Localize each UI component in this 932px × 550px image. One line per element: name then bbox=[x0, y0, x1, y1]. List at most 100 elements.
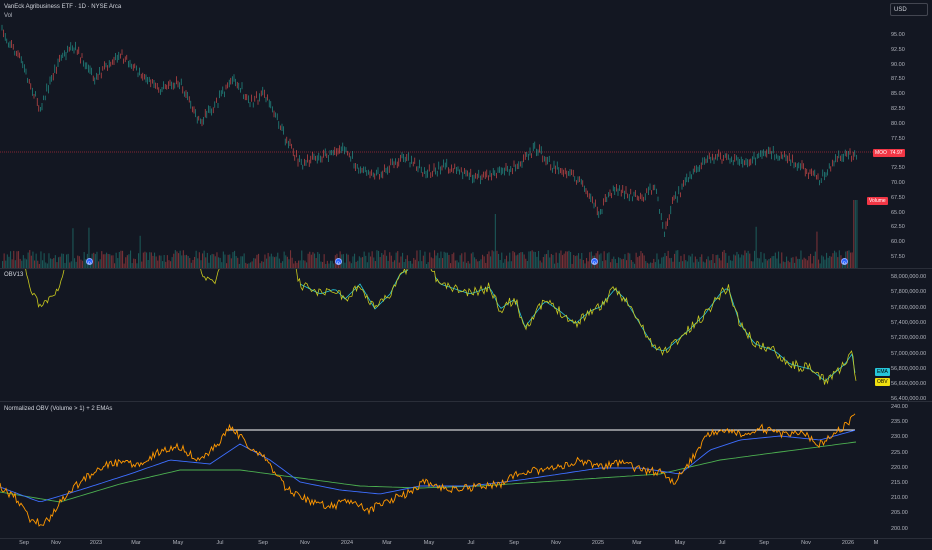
volume-bar bbox=[598, 254, 600, 268]
volume-bar bbox=[765, 258, 767, 268]
volume-bar bbox=[66, 254, 68, 268]
volume-bar bbox=[243, 253, 245, 268]
volume-bar bbox=[501, 252, 503, 268]
volume-bar bbox=[544, 254, 546, 268]
volume-bar bbox=[312, 252, 314, 268]
price-chart[interactable] bbox=[0, 0, 888, 268]
volume-bar bbox=[307, 253, 309, 268]
volume-bar bbox=[101, 251, 103, 268]
volume-bar bbox=[50, 258, 52, 268]
norm-obv-chart[interactable] bbox=[0, 402, 888, 538]
volume-bar bbox=[106, 252, 108, 268]
volume-bar bbox=[40, 251, 42, 268]
volume-bar bbox=[478, 260, 480, 268]
time-axis-label: 2025 bbox=[591, 540, 605, 546]
volume-bar bbox=[264, 254, 266, 268]
volume-bar bbox=[342, 254, 344, 268]
axis-tick-label: 200.00 bbox=[891, 525, 908, 532]
time-axis-label: May bbox=[674, 540, 686, 546]
volume-bar bbox=[203, 250, 205, 268]
volume-bar bbox=[475, 259, 477, 268]
volume-bar bbox=[323, 254, 325, 268]
volume-bar bbox=[493, 251, 495, 268]
volume-bar bbox=[778, 251, 780, 268]
volume-bar bbox=[560, 250, 562, 268]
time-axis[interactable]: Sep Nov 2023 Mar May Jul Sep Nov 2024 Mar May Jul Se… bbox=[0, 540, 888, 550]
volume-bar bbox=[120, 250, 122, 268]
obv-axis[interactable]: 58,000,000.00 57,800,000.00 57,600,000.00 5… bbox=[888, 269, 932, 402]
axis-tick-label: 220.00 bbox=[891, 464, 908, 471]
volume-bar bbox=[738, 254, 740, 268]
volume-bar bbox=[758, 258, 760, 268]
volume-bar bbox=[734, 255, 736, 268]
volume-bar bbox=[795, 256, 797, 268]
volume-bar bbox=[253, 258, 255, 268]
symbol-tag: MOO bbox=[873, 149, 889, 157]
volume-bar bbox=[582, 260, 584, 268]
obv-chart[interactable] bbox=[0, 269, 888, 401]
dividend-marker[interactable]: D bbox=[591, 258, 598, 265]
volume-bar bbox=[414, 259, 416, 268]
volume-bar bbox=[547, 250, 549, 268]
volume-bar bbox=[442, 258, 444, 268]
volume-bar bbox=[110, 255, 112, 268]
volume-bar bbox=[798, 258, 800, 268]
volume-bar bbox=[728, 255, 730, 268]
volume-bar bbox=[235, 256, 237, 268]
volume-bar bbox=[682, 261, 684, 268]
axis-tick-label: 57,600,000.00 bbox=[891, 304, 927, 311]
volume-bar bbox=[251, 261, 253, 268]
volume-bar bbox=[507, 261, 509, 268]
volume-bar bbox=[8, 256, 10, 268]
volume-bar bbox=[147, 260, 149, 268]
volume-bar bbox=[378, 250, 380, 268]
volume-bar bbox=[16, 251, 18, 268]
volume-bar bbox=[627, 252, 629, 268]
volume-bar bbox=[72, 228, 74, 268]
volume-bar bbox=[357, 260, 359, 268]
price-axis[interactable]: 95.00 92.50 90.00 87.50 85.00 82.50 80.00 77.50… bbox=[888, 0, 932, 268]
volume-bar bbox=[555, 252, 557, 268]
dividend-marker[interactable]: D bbox=[335, 258, 342, 265]
volume-bar bbox=[83, 252, 85, 268]
axis-tick-label: 230.00 bbox=[891, 434, 908, 441]
volume-bar bbox=[808, 256, 810, 268]
volume-bar bbox=[824, 259, 826, 268]
volume-bar bbox=[240, 256, 242, 268]
volume-bar bbox=[787, 260, 789, 268]
volume-bar bbox=[254, 258, 256, 268]
volume-bar bbox=[661, 257, 663, 268]
volume-bar bbox=[618, 257, 620, 268]
volume-bar bbox=[786, 256, 788, 268]
axis-tick-label: 82.50 bbox=[891, 106, 905, 112]
volume-bar bbox=[173, 253, 175, 268]
volume-bar bbox=[117, 258, 119, 268]
volume-bar bbox=[667, 250, 669, 268]
volume-bar bbox=[149, 252, 151, 268]
volume-bar bbox=[821, 255, 823, 268]
volume-bar bbox=[232, 252, 234, 268]
volume-bar bbox=[763, 253, 765, 268]
volume-bar bbox=[14, 260, 16, 268]
axis-tick-label: 57,200,000.00 bbox=[891, 335, 927, 342]
volume-bar bbox=[549, 257, 551, 268]
dividend-marker[interactable]: D bbox=[841, 258, 848, 265]
volume-bar bbox=[680, 255, 682, 268]
time-axis-label: 2023 bbox=[89, 540, 103, 546]
volume-bar bbox=[638, 255, 640, 268]
volume-bar bbox=[150, 252, 152, 268]
dividend-marker[interactable]: D bbox=[86, 258, 93, 265]
volume-bar bbox=[829, 256, 831, 268]
volume-bar bbox=[104, 254, 106, 268]
time-axis-label: Sep bbox=[19, 540, 29, 546]
volume-bar bbox=[269, 256, 271, 268]
norm-obv-axis[interactable]: 240.00 235.00 230.00 225.00 220.00 215.00 210.… bbox=[888, 402, 932, 538]
volume-bar bbox=[418, 261, 420, 268]
volume-bar bbox=[717, 254, 719, 268]
volume-bar bbox=[290, 250, 292, 268]
volume-bar bbox=[530, 251, 532, 268]
volume-bar bbox=[838, 250, 840, 268]
volume-bar bbox=[22, 255, 24, 268]
axis-tick-label: 210.00 bbox=[891, 495, 908, 502]
volume-bar bbox=[606, 253, 608, 268]
